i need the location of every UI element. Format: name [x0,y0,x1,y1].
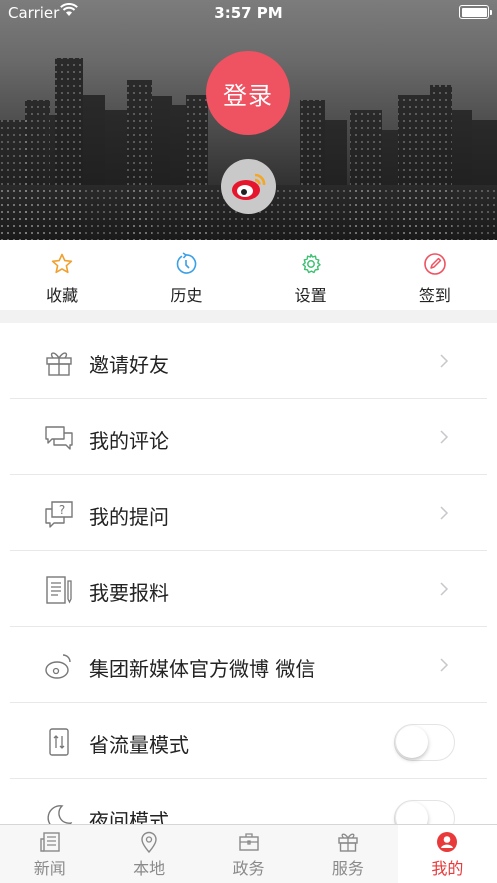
invite-friends-row[interactable]: 邀请好友 [0,323,497,399]
settings-label: 设置 [294,286,327,305]
briefcase-icon [238,833,259,851]
tab-profile[interactable]: 我的 [397,825,497,883]
chevron-right-icon [440,582,449,596]
comments-icon [45,426,73,450]
pen-icon [424,253,446,275]
history-label: 历史 [170,286,203,305]
weibo-outline-icon [45,654,71,679]
news-icon [40,832,60,852]
chevron-right-icon [440,506,449,520]
gear-icon [301,253,321,274]
quick-actions: 收藏 历史 设置 签到 [0,240,497,310]
favorites-label: 收藏 [46,286,79,305]
tab-services[interactable]: 服务 [298,825,397,883]
official-weibo-wechat-label: 集团新媒体官方微博 微信 [89,657,316,681]
my-questions-label: 我的提问 [89,505,169,529]
checkin-button[interactable]: 签到 [373,240,497,310]
data-saver-row: 省流量模式 [0,703,497,779]
data-saver-toggle[interactable] [394,724,455,761]
weibo-login-button[interactable] [221,159,276,214]
my-questions-row[interactable]: ? 我的提问 [0,475,497,551]
toggle-knob [396,726,428,758]
submit-tip-row[interactable]: 我要报料 [0,551,497,627]
report-icon [46,576,72,604]
clock: 3:57 PM [214,4,283,22]
settings-button[interactable]: 设置 [249,240,373,310]
tab-services-label: 服务 [331,859,364,878]
data-saver-icon [49,728,69,756]
invite-friends-label: 邀请好友 [89,353,169,377]
menu-list: 邀请好友 我的评论 ? 我的提问 我要报料 集团新媒体官方微博 微信 省流量模式… [0,323,497,855]
svg-text:?: ? [59,503,65,517]
gift-icon [46,352,72,376]
my-comments-label: 我的评论 [89,429,169,453]
tab-news[interactable]: 新闻 [0,825,99,883]
star-icon [51,253,73,274]
status-bar: Carrier 3:57 PM [0,0,497,26]
login-button[interactable]: 登录 [206,51,290,135]
battery-icon [459,5,492,19]
history-icon [177,252,197,274]
tab-local[interactable]: 本地 [99,825,198,883]
my-comments-row[interactable]: 我的评论 [0,399,497,475]
checkin-label: 签到 [418,286,451,305]
submit-tip-label: 我要报料 [89,581,169,605]
history-button[interactable]: 历史 [124,240,248,310]
chevron-right-icon [440,354,449,368]
favorites-button[interactable]: 收藏 [0,240,124,310]
question-icon: ? [45,501,73,528]
gift-tab-icon [338,833,358,852]
tab-profile-label: 我的 [431,859,464,878]
data-saver-label: 省流量模式 [89,733,189,757]
profile-icon [437,832,458,852]
tab-government[interactable]: 政务 [199,825,298,883]
location-icon [141,831,157,853]
official-weibo-wechat-row[interactable]: 集团新媒体官方微博 微信 [0,627,497,703]
profile-header: Carrier 3:57 PM 登录 [0,0,497,240]
tab-government-label: 政务 [232,859,265,878]
chevron-right-icon [440,430,449,444]
tab-bar: 新闻 本地 政务 服务 我的 [0,824,497,883]
tab-news-label: 新闻 [33,859,66,878]
chevron-right-icon [440,658,449,672]
weibo-icon [231,173,265,200]
tab-local-label: 本地 [133,859,166,878]
